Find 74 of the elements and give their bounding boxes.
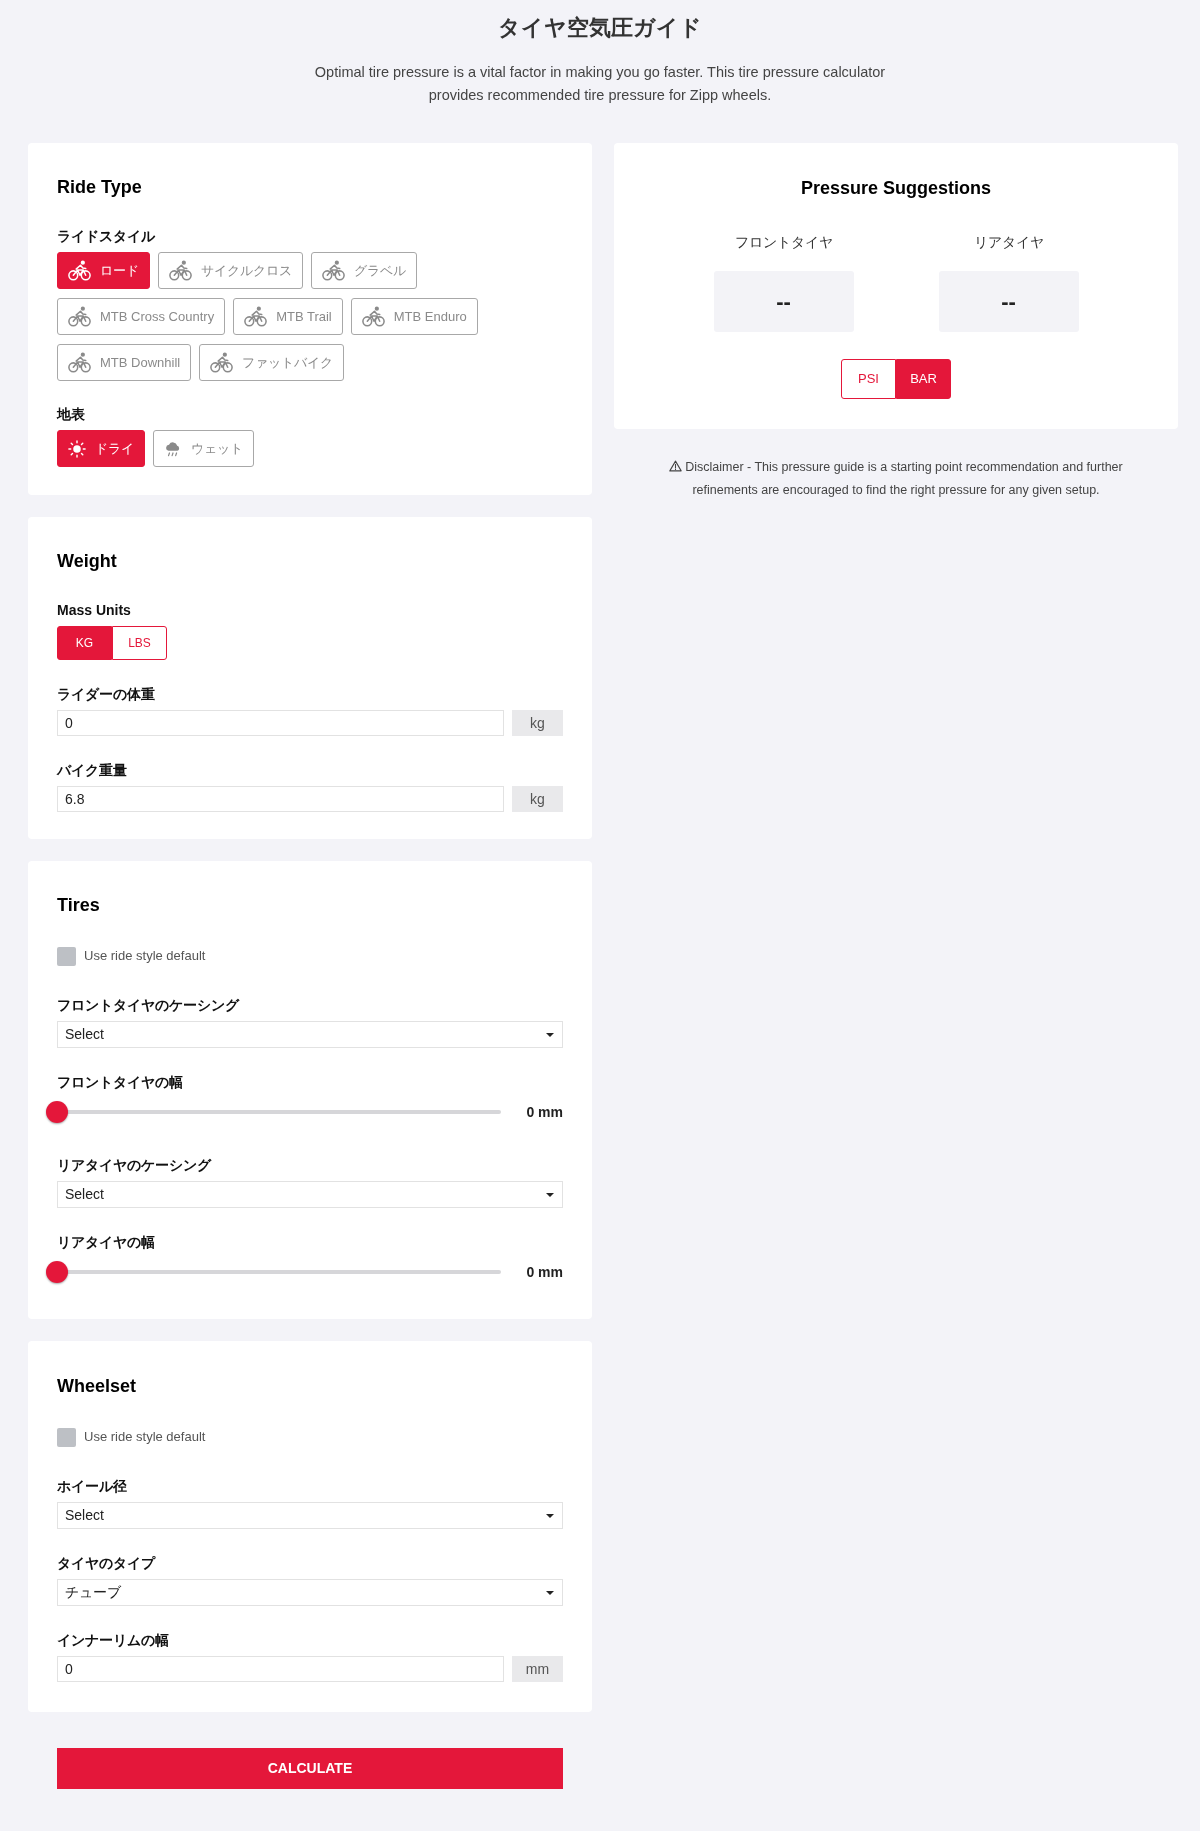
card-title: Wheelset <box>57 1375 138 1398</box>
dropdown-select[interactable]: Select <box>57 1181 563 1208</box>
field-label: リアタイヤの幅 <box>57 1233 155 1252</box>
cyclist-icon <box>169 260 192 281</box>
cyclist-icon <box>322 260 345 281</box>
ride-style-button[interactable]: MTB Trail <box>233 298 343 335</box>
checkbox[interactable] <box>57 1427 76 1447</box>
pressure-unit-button[interactable]: PSI <box>841 359 896 399</box>
slider-value: 0 mm <box>525 1102 563 1122</box>
caret-icon <box>546 1590 554 1595</box>
field-label: ライドスタイル <box>57 227 155 246</box>
checkbox-label: Use ride style default <box>84 947 206 966</box>
rim-width-input[interactable]: 0 <box>57 1656 504 1682</box>
unit-label: kg <box>512 710 563 736</box>
field-label: タイヤのタイプ <box>57 1554 155 1573</box>
warning-icon <box>669 460 683 472</box>
card-title: Weight <box>57 550 118 573</box>
unit-label: kg <box>512 786 563 812</box>
cyclist-icon <box>210 352 234 373</box>
ride-style-button[interactable]: ロード <box>57 252 150 289</box>
cyclist-icon <box>68 306 91 327</box>
surface-button[interactable]: ウェット <box>153 430 254 467</box>
field-label: リアタイヤのケーシング <box>57 1156 211 1175</box>
ride-style-button[interactable]: サイクルクロス <box>158 252 303 289</box>
dropdown-select[interactable]: Select <box>57 1021 563 1048</box>
dropdown-select[interactable]: Select <box>57 1502 563 1529</box>
slider-track[interactable] <box>46 1101 501 1123</box>
ride-style-button[interactable]: ファットバイク <box>199 344 345 381</box>
weight-input[interactable]: 0 <box>57 710 504 736</box>
cyclist-icon <box>68 352 91 373</box>
field-label: フロントタイヤのケーシング <box>57 996 239 1015</box>
page-subtitle: Optimal tire pressure is a vital factor in making you go faster. This tire pressure calculator provides recommended tire pressure for Zipp wheels. <box>313 63 887 105</box>
calculate-button[interactable]: CALCULATE <box>57 1748 563 1789</box>
weight-input[interactable]: 6.8 <box>57 786 504 812</box>
caret-icon <box>546 1513 554 1518</box>
mass-unit-button[interactable]: LBS <box>112 626 167 660</box>
unit-label: mm <box>512 1656 563 1682</box>
field-label: インナーリムの幅 <box>57 1631 169 1650</box>
checkbox-label: Use ride style default <box>84 1428 206 1447</box>
mass-unit-button[interactable]: KG <box>57 626 112 660</box>
card-title: Ride Type <box>57 176 143 199</box>
field-label: フロントタイヤの幅 <box>57 1073 183 1092</box>
card-title: Pressure Suggestions <box>800 177 992 200</box>
slider-thumb[interactable] <box>46 1261 68 1283</box>
caret-icon <box>546 1032 554 1037</box>
field-label: バイク重量 <box>57 761 127 780</box>
disclaimer-text: Disclaimer - This pressure guide is a starting point recommendation and further refinements are encouraged to find the right pressure for any given setup. <box>685 460 1123 497</box>
field-label: ライダーの体重 <box>57 685 155 704</box>
ride-style-button[interactable]: MTB Cross Country <box>57 298 226 335</box>
slider-thumb[interactable] <box>46 1101 68 1123</box>
dropdown-select[interactable]: チューブ <box>57 1579 563 1606</box>
ride-style-button[interactable]: MTB Enduro <box>350 298 478 335</box>
ride-style-button[interactable]: MTB Downhill <box>57 344 192 381</box>
slider-value: 0 mm <box>525 1262 563 1282</box>
field-label: 地表 <box>57 405 85 424</box>
field-label: Mass Units <box>57 601 131 620</box>
ride-style-button[interactable]: グラベル <box>311 252 417 289</box>
slider-track[interactable] <box>46 1261 501 1283</box>
cyclist-icon <box>244 306 268 327</box>
tire-label: フロントタイヤ <box>734 233 833 252</box>
card-title: Tires <box>57 894 101 917</box>
field-label: ホイール径 <box>57 1477 127 1496</box>
sun-icon <box>68 439 86 458</box>
cyclist-icon <box>68 260 91 281</box>
checkbox[interactable] <box>57 946 76 966</box>
pressure-value: -- <box>938 271 1079 332</box>
surface-button[interactable]: ドライ <box>57 430 145 467</box>
rain-cloud-icon <box>164 440 182 457</box>
caret-icon <box>546 1192 554 1197</box>
pressure-unit-button[interactable]: BAR <box>896 359 951 399</box>
page-title: タイヤ空気圧ガイド <box>498 14 702 42</box>
cyclist-icon <box>361 306 385 327</box>
tire-label: リアタイヤ <box>973 233 1044 252</box>
pressure-value: -- <box>713 271 854 332</box>
